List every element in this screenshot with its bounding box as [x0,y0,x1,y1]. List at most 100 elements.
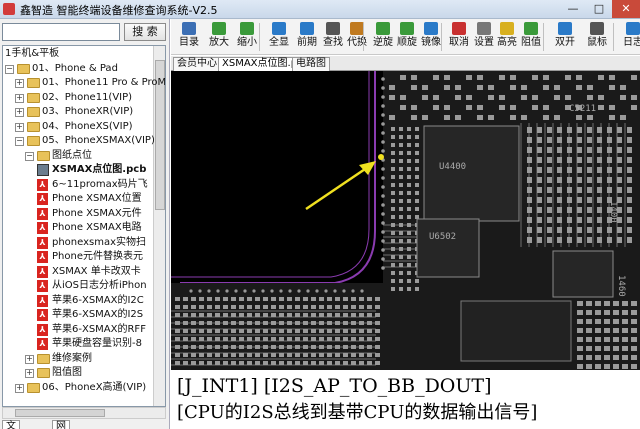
file-tree[interactable]: 1手机&平板 − 01、Phone & Pad +01、Phone11 Pro & P… [2,45,166,407]
pcb-pad [271,297,276,301]
pcb-pad [547,187,552,193]
pcb-pad [351,297,356,301]
pcb-pad [595,319,601,324]
highlighted-pin [378,154,384,160]
expand-icon[interactable]: + [15,122,24,132]
pcb-pad [391,199,395,203]
pcb-pad [617,187,622,193]
search-button[interactable]: 搜 索 [124,23,166,41]
collapse-icon[interactable]: − [5,64,14,74]
pcb-pad [215,297,220,301]
pdf-icon: ⅄ [37,222,48,234]
pcb-via [198,289,202,293]
toolbar-button-replace[interactable]: 代换 [343,21,371,53]
pcb-pad [607,237,612,243]
toolbar-button-resistance[interactable]: 阻值 [517,21,545,53]
toolbar-button-mouse[interactable]: 鼠标 [583,21,611,53]
toolbar-button-list[interactable]: 目录 [175,21,203,53]
collapse-icon[interactable]: − [15,137,24,146]
toolbar-button-fit-all[interactable]: 全显 [265,21,293,53]
pcb-pad [263,313,268,317]
toolbar-button-zoom-in[interactable]: 放大 [205,21,233,53]
pcb-pad [223,305,228,309]
pcb-pad [415,183,419,187]
pcb-pad [411,75,417,80]
expand-icon[interactable]: + [25,354,34,364]
search-input[interactable] [2,23,120,41]
pcb-pad [199,321,204,325]
pcb-pad [335,305,340,309]
folder-icon [27,121,40,132]
pcb-via [381,176,385,180]
pcb-board-drawing[interactable]: U4400 U6502 1400 1460 C5211 [171,71,640,370]
tree-horizontal-scrollbar[interactable] [2,407,166,419]
pcb-via [381,131,385,135]
pcb-pad [223,329,228,333]
pcb-pad [609,115,615,120]
pcb-pad [586,310,592,315]
pcb-pad [488,115,494,120]
pcb-pad [466,95,472,100]
pcb-pad [359,361,364,365]
tab-file-directory[interactable]: 文件目录 [2,420,20,429]
pcb-viewer-canvas[interactable]: U4400 U6502 1400 1460 C5211 [171,71,640,370]
pcb-pad [311,305,316,309]
collapse-icon[interactable]: − [25,151,34,161]
pcb-pad [627,147,632,153]
pcb-via [225,289,229,293]
pcb-pad [263,353,268,357]
pcb-pad [295,297,300,301]
cancel-icon [452,22,466,35]
pcb-pad [351,353,356,357]
pcb-pad [627,237,632,243]
pcb-pad [279,305,284,309]
toolbar-button-zoom-out[interactable]: 缩小 [233,21,261,53]
pcb-pad [595,337,601,342]
toolbar-button-log[interactable]: 日志 [619,21,640,53]
pcb-pad [391,135,395,139]
minimize-button[interactable]: — [560,0,586,18]
pcb-pad [183,329,188,333]
toolbar-button-cancel[interactable]: 取消 [445,21,473,53]
maximize-button[interactable]: □ [586,0,612,18]
tab-netlist[interactable]: 网 表 [52,420,70,429]
pcb-pad [279,297,284,301]
folder-icon [27,136,40,146]
previous-icon [300,22,314,35]
pcb-pad [422,115,428,120]
pcb-pad [183,345,188,349]
tree-vertical-scrollbar[interactable] [153,46,165,406]
expand-icon[interactable]: + [25,369,34,378]
pcb-pad [231,345,236,349]
pcb-pad [499,95,505,100]
pcb-pad [613,337,619,342]
toolbar-separator [441,23,442,51]
tree-item-label: Phone XSMAX电路 [52,222,142,233]
pcb-pad [175,353,180,357]
pcb-pad [407,263,411,267]
pcb-pad [597,197,602,203]
expand-icon[interactable]: + [15,79,24,88]
expand-icon[interactable]: + [15,108,24,117]
expand-icon[interactable]: + [15,383,24,393]
pcb-pad [407,183,411,187]
pcb-pad [239,305,244,309]
toolbar-button-previous[interactable]: 前期 [293,21,321,53]
pcb-pad [527,227,532,233]
pcb-pad [527,237,532,243]
pcb-pad [199,345,204,349]
tree-hscroll-thumb[interactable] [15,409,105,417]
pcb-pad [597,237,602,243]
pcb-pad [327,345,332,349]
tab-schematic[interactable]: 电路图 [292,57,330,71]
pcb-pad [215,329,220,333]
pcb-pad [239,321,244,325]
expand-icon[interactable]: + [15,93,24,103]
tree-item-label: 06、PhoneX高通(VIP) [42,381,147,393]
tab-member-center[interactable]: 会员中心 [173,57,221,71]
pcb-pad [527,147,532,153]
pcb-pad [311,345,316,349]
close-button[interactable]: ✕ [612,0,640,18]
pcb-via [381,149,385,153]
toolbar-button-split[interactable]: 双开 [551,21,579,53]
